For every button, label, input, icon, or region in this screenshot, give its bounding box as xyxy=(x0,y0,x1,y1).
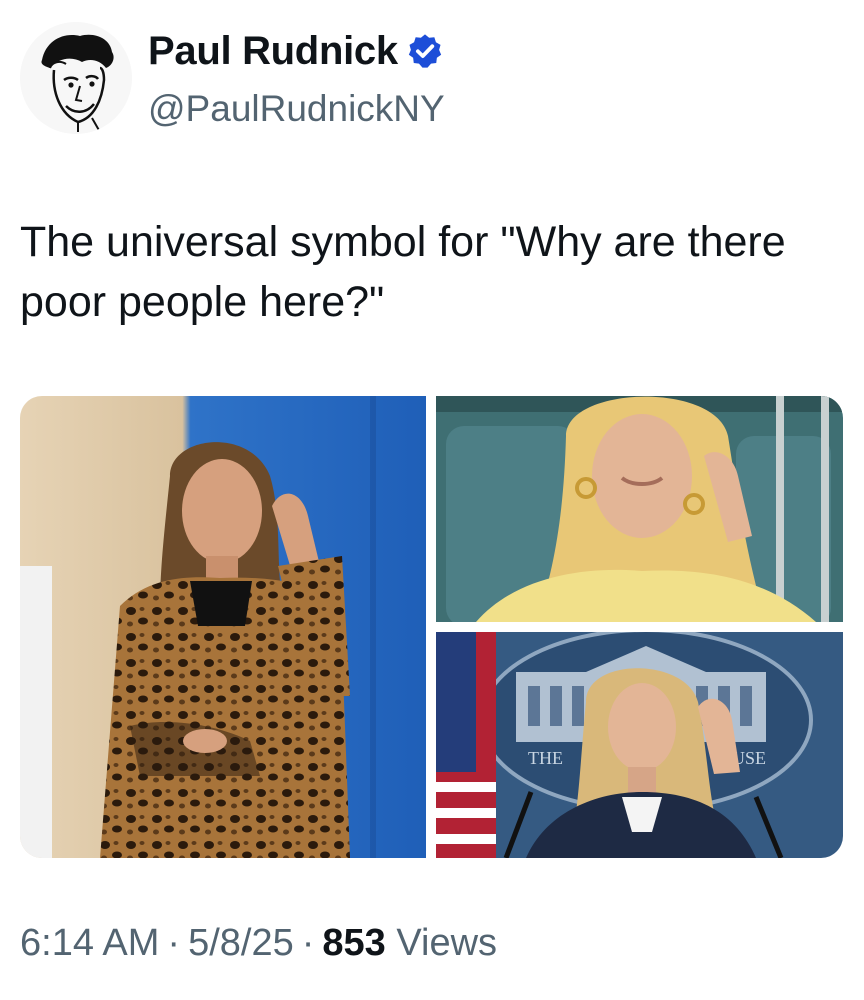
media-grid: THE USE xyxy=(20,396,843,858)
tweet-meta: 6:14 AM · 5/8/25 · 853 Views xyxy=(20,922,497,965)
caricature-avatar-icon xyxy=(20,22,132,134)
author-handle[interactable]: @PaulRudnickNY xyxy=(148,88,445,130)
tweet-text: The universal symbol for "Why are there … xyxy=(20,218,786,326)
display-name[interactable]: Paul Rudnick xyxy=(148,29,398,74)
views-label: Views xyxy=(396,922,498,964)
tweet-header: Paul Rudnick @PaulRudnickNY xyxy=(20,22,445,134)
view-count[interactable]: 853 xyxy=(322,922,385,964)
tweet-date[interactable]: 5/8/25 xyxy=(188,922,294,964)
photo-woman-leopard-coat[interactable] xyxy=(20,396,426,858)
author-names: Paul Rudnick @PaulRudnickNY xyxy=(148,22,445,130)
avatar[interactable] xyxy=(20,22,132,134)
photo-1-image xyxy=(20,396,426,858)
meta-separator: · xyxy=(301,922,315,964)
photo-woman-blonde-yellow[interactable] xyxy=(436,396,843,622)
meta-separator: · xyxy=(167,922,181,964)
photo-3-image: THE USE xyxy=(436,632,843,858)
photo-2-image xyxy=(436,396,843,622)
photo-woman-press-briefing[interactable]: THE USE xyxy=(436,632,843,858)
display-name-row: Paul Rudnick xyxy=(148,28,445,74)
seal-text-left: THE xyxy=(528,748,563,768)
verified-badge-icon[interactable] xyxy=(406,32,444,70)
tweet-time[interactable]: 6:14 AM xyxy=(20,922,159,964)
tweet: Paul Rudnick @PaulRudnickNY The universa… xyxy=(0,0,864,1000)
